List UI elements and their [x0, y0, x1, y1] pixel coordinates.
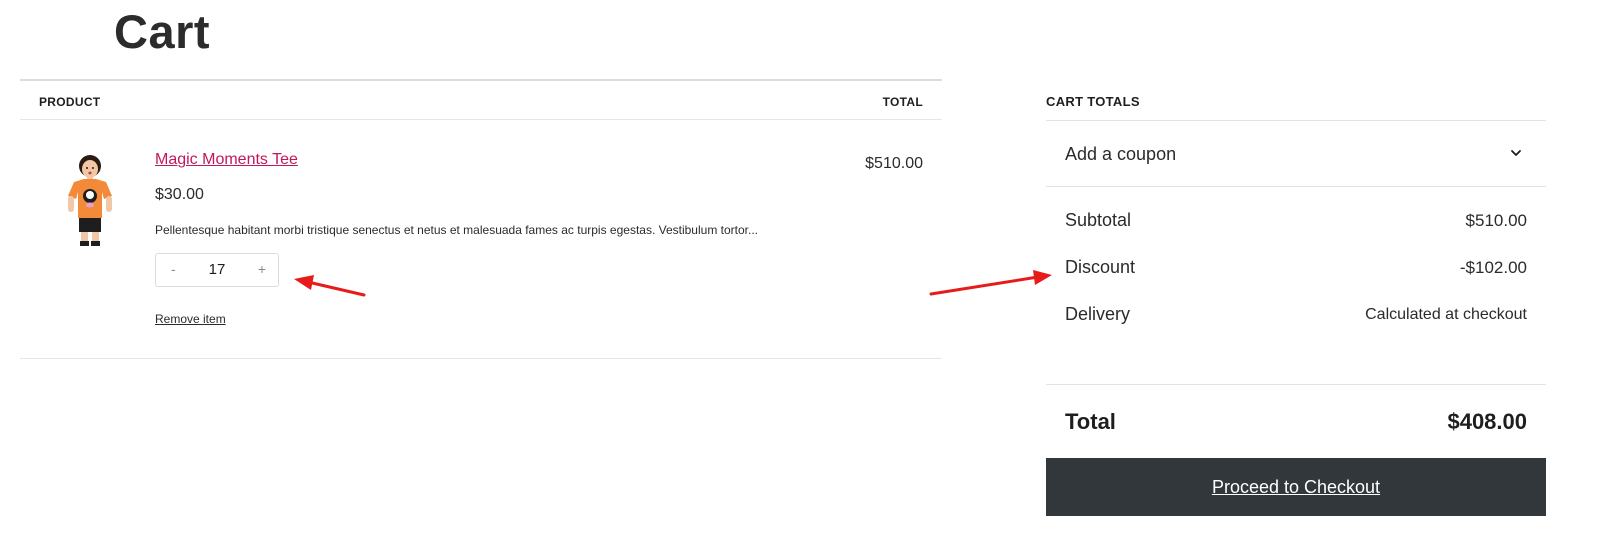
page-title: Cart	[114, 5, 211, 58]
cart-table-header: PRODUCT TOTAL	[20, 81, 942, 120]
add-coupon-toggle[interactable]: Add a coupon	[1046, 121, 1546, 187]
red-arrow-icon	[929, 270, 1052, 296]
remove-item-link[interactable]: Remove item	[155, 312, 226, 326]
total-label: Total	[1065, 409, 1116, 434]
product-price: $30.00	[155, 186, 204, 203]
quantity-input[interactable]: 17	[202, 261, 232, 278]
chevron-down-icon[interactable]	[1510, 147, 1522, 159]
product-name-link[interactable]: Magic Moments Tee	[155, 151, 298, 169]
header-product: PRODUCT	[39, 95, 101, 109]
product-image[interactable]	[58, 152, 122, 248]
subtotal-label: Subtotal	[1065, 210, 1132, 230]
divider	[1046, 186, 1546, 187]
proceed-to-checkout-button[interactable]: Proceed to Checkout	[1046, 458, 1546, 516]
discount-value: -$102.00	[1459, 258, 1527, 277]
quantity-increase-button[interactable]: +	[258, 261, 266, 277]
quantity-decrease-button[interactable]: -	[171, 261, 176, 277]
cart-totals-title: CART TOTALS	[1046, 94, 1140, 109]
subtotal-value: $510.00	[1465, 211, 1527, 230]
product-description: Pellentesque habitant morbi tristique se…	[155, 223, 758, 237]
cart-table: PRODUCT TOTAL Magic Moments Tee $30.00 P…	[20, 79, 942, 359]
header-total: TOTAL	[882, 95, 923, 109]
delivery-value: Calculated at checkout	[1365, 306, 1527, 323]
quantity-stepper[interactable]: - 17 +	[155, 253, 279, 287]
coupon-label: Add a coupon	[1065, 144, 1177, 164]
cart-item-row: Magic Moments Tee $30.00 Pellentesque ha…	[20, 120, 942, 359]
total-value: $408.00	[1447, 409, 1527, 434]
divider	[1046, 384, 1546, 385]
discount-label: Discount	[1065, 257, 1136, 277]
line-total: $510.00	[865, 155, 923, 172]
delivery-label: Delivery	[1065, 304, 1131, 324]
